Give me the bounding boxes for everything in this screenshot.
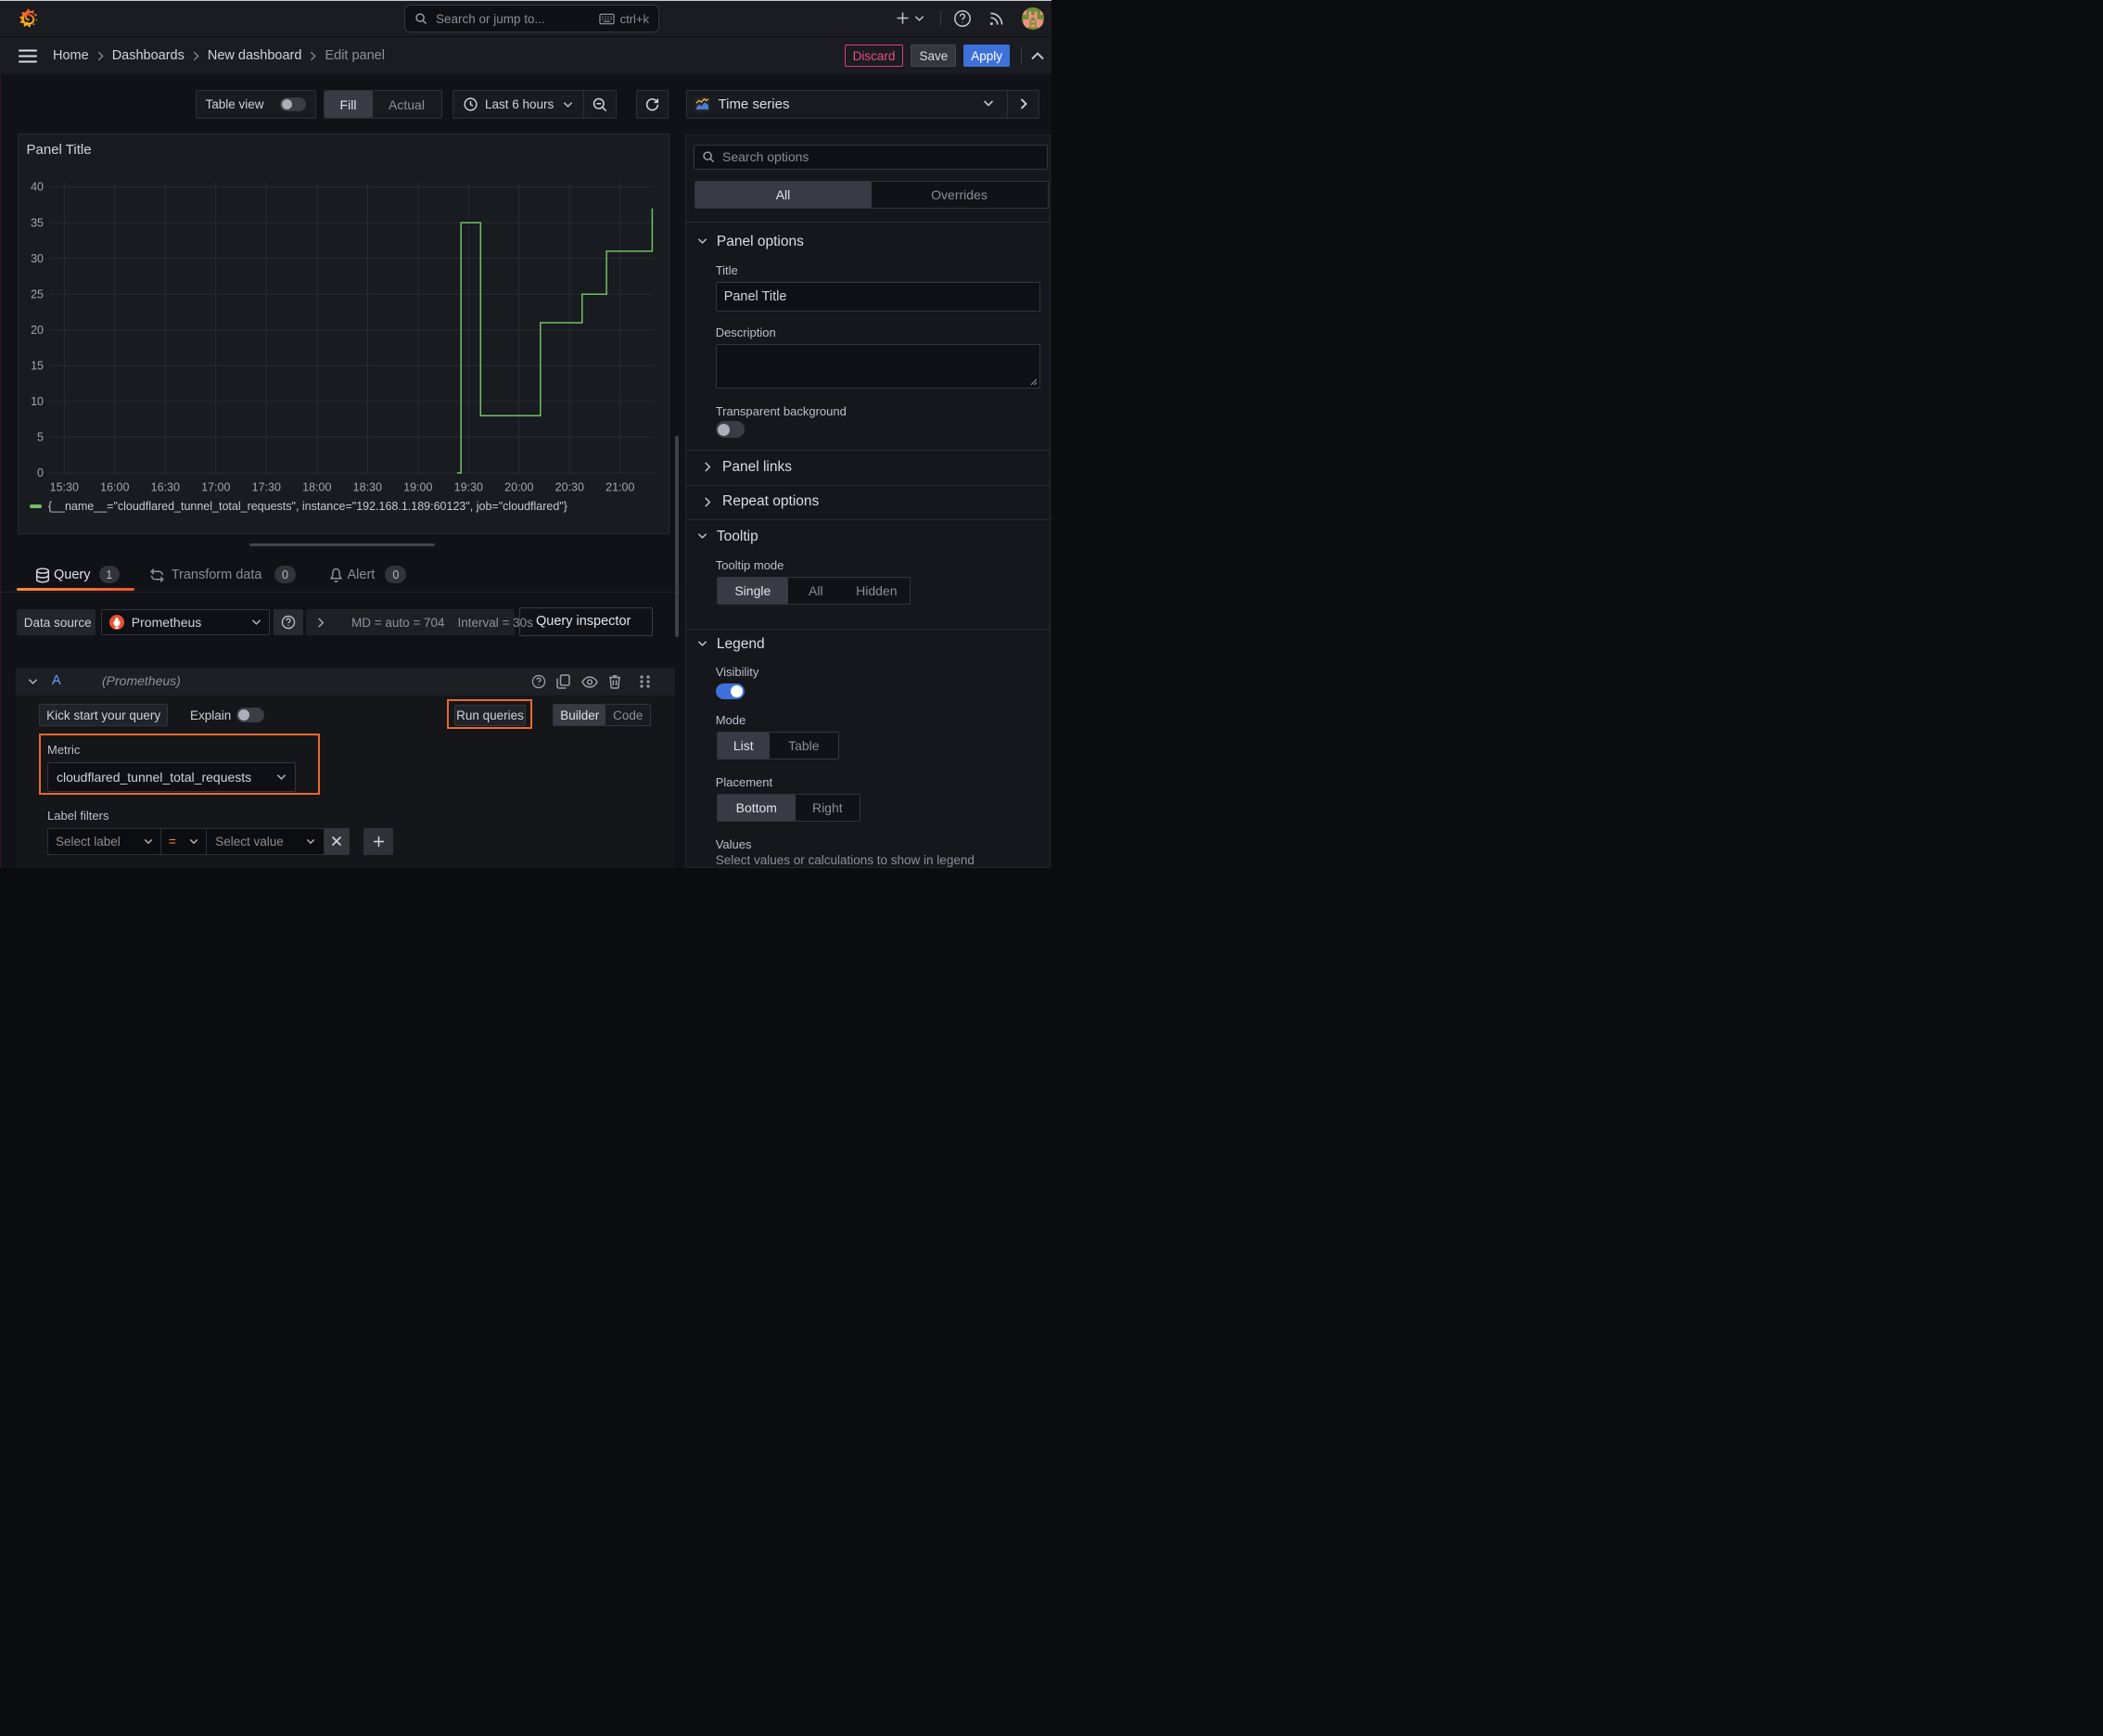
svg-text:15: 15 <box>31 360 44 373</box>
svg-text:10: 10 <box>31 395 44 408</box>
svg-text:30: 30 <box>31 252 44 265</box>
svg-text:17:00: 17:00 <box>201 481 230 494</box>
svg-text:18:30: 18:30 <box>352 481 381 494</box>
svg-text:19:00: 19:00 <box>403 481 432 494</box>
svg-text:0: 0 <box>37 466 44 479</box>
svg-text:21:00: 21:00 <box>605 481 634 494</box>
svg-text:25: 25 <box>31 287 44 300</box>
svg-text:20: 20 <box>31 324 44 337</box>
svg-text:5: 5 <box>37 431 44 444</box>
svg-text:15:30: 15:30 <box>49 481 78 494</box>
svg-text:18:00: 18:00 <box>302 481 331 494</box>
svg-text:35: 35 <box>31 216 44 229</box>
svg-text:16:00: 16:00 <box>100 481 129 494</box>
svg-text:20:30: 20:30 <box>554 481 583 494</box>
svg-text:40: 40 <box>31 181 44 194</box>
svg-text:16:30: 16:30 <box>150 481 179 494</box>
svg-text:19:30: 19:30 <box>453 481 482 494</box>
svg-text:17:30: 17:30 <box>251 481 280 494</box>
svg-text:20:00: 20:00 <box>504 481 533 494</box>
